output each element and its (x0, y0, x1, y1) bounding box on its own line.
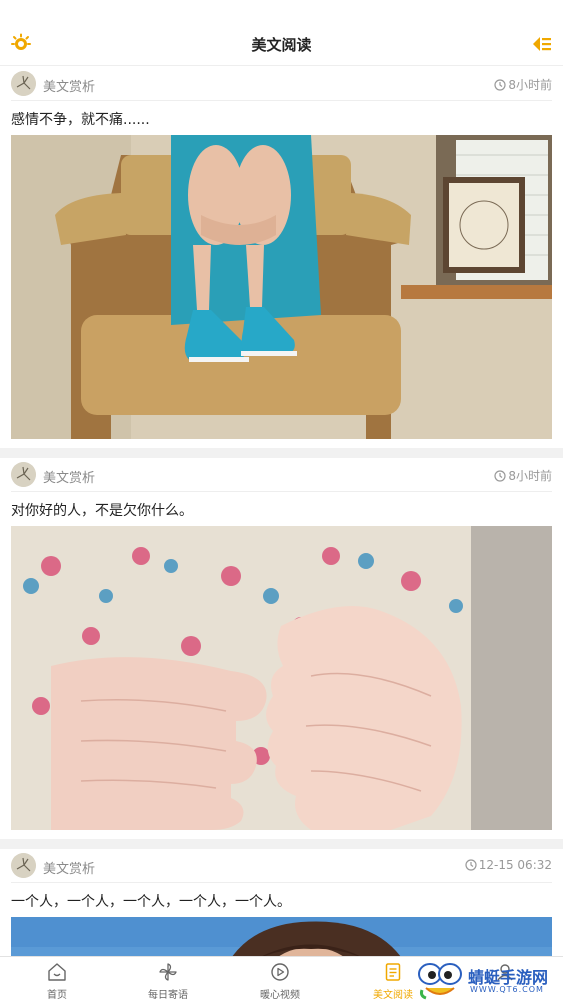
site-watermark: 蜻蜓手游网 WWW.QT6.COM (416, 960, 563, 1000)
time-stamp: 12-15 06:32 (465, 858, 552, 872)
nav-item-daily-message[interactable]: 每日寄语 (133, 957, 203, 1000)
time-label: 8小时前 (508, 469, 552, 483)
nav-label-home: 首页 (47, 990, 67, 1000)
card-divider (0, 839, 563, 849)
article-title[interactable]: 感情不争，就不痛...... (0, 101, 563, 135)
article-card[interactable]: 美文赏析 8小时前 感情不争，就不痛...... (0, 67, 563, 448)
nav-label-daily-message: 每日寄语 (148, 990, 188, 1000)
home-icon (48, 963, 66, 981)
article-title[interactable]: 对你好的人，不是欠你什么。 (0, 492, 563, 526)
app-header: 美文阅读 (0, 0, 563, 66)
pinwheel-icon (159, 963, 177, 981)
play-circle-icon (271, 963, 289, 981)
article-title[interactable]: 一个人，一个人，一个人，一个人，一个人。 (0, 883, 563, 917)
dragonfly-mascot-icon (418, 963, 462, 1000)
clock-icon (465, 859, 477, 871)
hands-floral-dress-photo[interactable] (11, 526, 552, 830)
clock-icon (494, 78, 506, 91)
avatar[interactable] (11, 71, 36, 96)
nav-item-warm-video[interactable]: 暖心视频 (245, 957, 315, 1000)
card-divider (0, 448, 563, 458)
woman-sky-photo[interactable] (11, 917, 552, 956)
time-stamp: 8小时前 (494, 467, 552, 484)
card-meta: 美文赏析 8小时前 (11, 458, 552, 492)
time-label: 8小时前 (508, 78, 552, 92)
watermark-url: WWW.QT6.COM (470, 985, 544, 994)
sort-list-icon[interactable] (531, 35, 553, 53)
article-card[interactable]: 美文赏析 8小时前 对你好的人，不是欠你什么。 (0, 458, 563, 839)
avatar[interactable] (11, 853, 36, 878)
card-meta: 美文赏析 8小时前 (11, 67, 552, 101)
article-card[interactable]: 美文赏析 12-15 06:32 一个人，一个人，一个人，一个人，一个人。 (0, 849, 563, 956)
source-name[interactable]: 美文赏析 (43, 467, 95, 486)
girl-in-chair-photo[interactable] (11, 135, 552, 439)
card-meta: 美文赏析 12-15 06:32 (11, 849, 552, 883)
avatar[interactable] (11, 462, 36, 487)
document-icon (385, 963, 401, 981)
page-title: 美文阅读 (251, 36, 312, 54)
article-feed[interactable]: 美文赏析 8小时前 感情不争，就不痛...... 美文赏析 8小时前 对你好的人… (0, 67, 563, 956)
nav-label-warm-video: 暖心视频 (260, 990, 300, 1000)
source-name[interactable]: 美文赏析 (43, 76, 95, 95)
source-name[interactable]: 美文赏析 (43, 858, 95, 877)
clock-icon (494, 469, 506, 482)
time-label: 12-15 06:32 (478, 858, 552, 872)
time-stamp: 8小时前 (494, 76, 552, 93)
nav-item-home[interactable]: 首页 (22, 957, 92, 1000)
